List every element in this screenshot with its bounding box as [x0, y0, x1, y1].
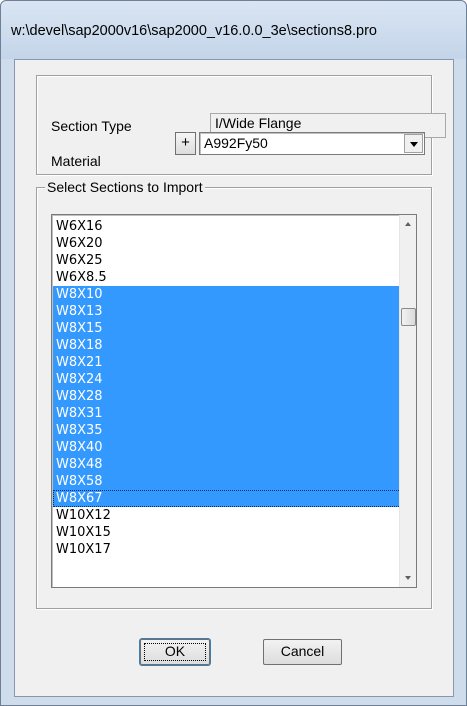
list-item[interactable]: W8X35: [53, 422, 401, 439]
list-item[interactable]: W8X28: [53, 388, 401, 405]
sections-listbox[interactable]: W6X16 W6X20 W6X25 W6X8.5 W8X10 W8X13 W8X15 W8X1…: [51, 214, 417, 588]
list-item[interactable]: W6X25: [53, 252, 401, 269]
list-item[interactable]: W10X15: [53, 524, 401, 541]
list-item[interactable]: W10X17: [53, 541, 401, 558]
list-item[interactable]: W8X31: [53, 405, 401, 422]
dialog-client-area: Section Type I/Wide Flange Material + A9…: [14, 59, 454, 697]
scroll-down-arrow-icon[interactable]: [400, 570, 416, 587]
cancel-button-label: Cancel: [280, 643, 325, 659]
list-item[interactable]: W8X13: [53, 303, 401, 320]
material-dropdown[interactable]: A992Fy50: [199, 132, 425, 155]
list-item[interactable]: W8X18: [53, 337, 401, 354]
sections-list-items: W6X16 W6X20 W6X25 W6X8.5 W8X10 W8X13 W8X15 W8X1…: [53, 218, 401, 558]
list-item[interactable]: W8X24: [53, 371, 401, 388]
section-properties-group: Section Type I/Wide Flange Material: [36, 75, 446, 175]
list-item[interactable]: W6X20: [53, 235, 401, 252]
scroll-thumb[interactable]: [401, 308, 416, 326]
dropdown-arrow-icon[interactable]: [404, 134, 423, 153]
material-label: Material: [51, 153, 101, 169]
material-selected-value: A992Fy50: [204, 135, 268, 151]
window-title: w:\devel\sap2000v16\sap2000_v16.0.0_3e\s…: [11, 23, 377, 39]
scroll-up-arrow-icon[interactable]: [400, 215, 416, 232]
vertical-scrollbar[interactable]: [399, 215, 416, 587]
cancel-button[interactable]: Cancel: [263, 639, 342, 665]
select-sections-legend: Select Sections to Import: [45, 179, 205, 195]
list-item[interactable]: W6X8.5: [53, 269, 401, 286]
ok-button[interactable]: OK: [140, 639, 210, 665]
list-item[interactable]: W8X15: [53, 320, 401, 337]
list-item[interactable]: W6X16: [53, 218, 401, 235]
list-item[interactable]: W8X58: [53, 473, 401, 490]
list-item[interactable]: W8X40: [53, 439, 401, 456]
dialog-window: w:\devel\sap2000v16\sap2000_v16.0.0_3e\s…: [0, 0, 467, 706]
focus-rectangle: [144, 643, 206, 661]
title-bar[interactable]: w:\devel\sap2000v16\sap2000_v16.0.0_3e\s…: [1, 1, 466, 59]
list-item[interactable]: W8X48: [53, 456, 401, 473]
add-material-button[interactable]: +: [175, 132, 196, 155]
list-item[interactable]: W10X12: [53, 507, 401, 524]
section-type-label: Section Type: [51, 118, 132, 134]
list-item[interactable]: W8X21: [53, 354, 401, 371]
list-item[interactable]: W8X10: [53, 286, 401, 303]
list-item[interactable]: W8X67: [53, 490, 401, 507]
